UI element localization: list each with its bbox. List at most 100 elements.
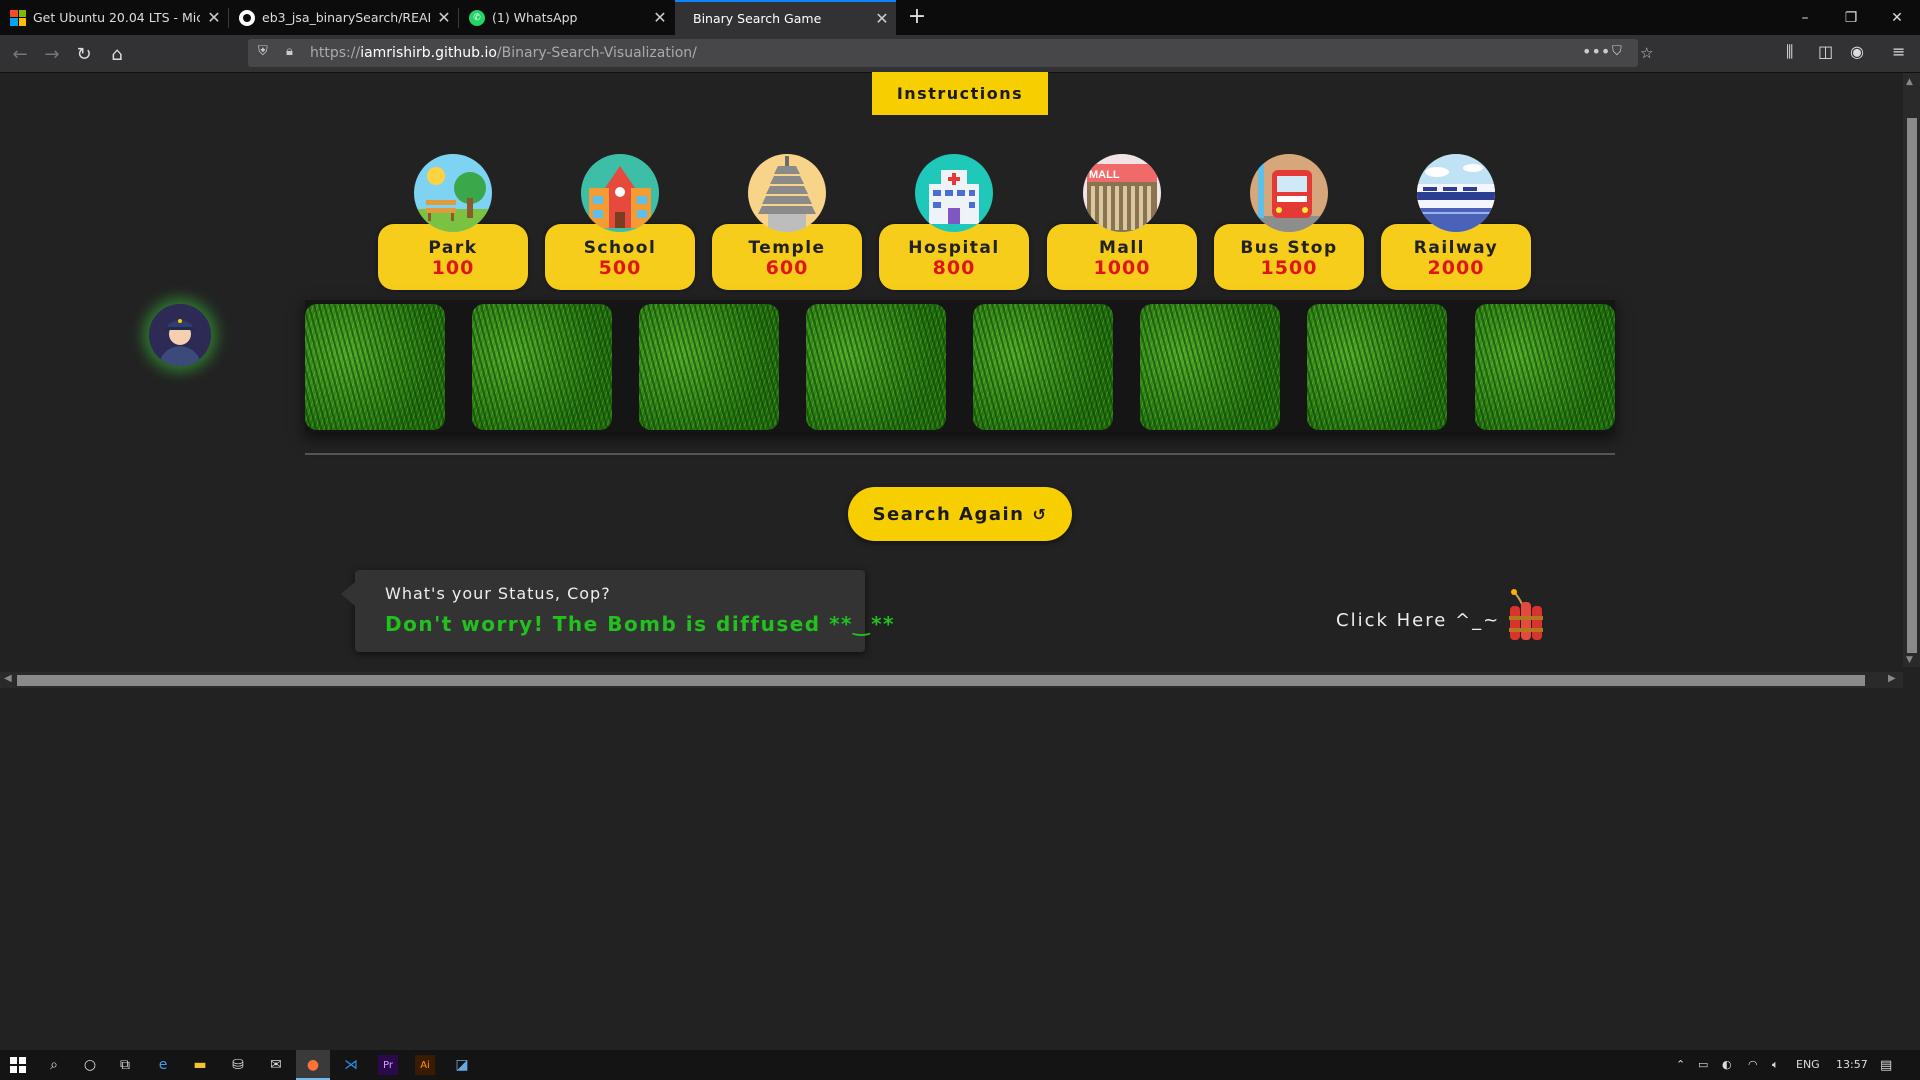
whatsapp-icon: ✆: [469, 9, 485, 26]
place-bus-stop[interactable]: Bus Stop 1500: [1214, 154, 1366, 290]
minimize-button[interactable]: –: [1782, 0, 1828, 35]
tab-title: (1) WhatsApp: [492, 10, 578, 25]
place-mall[interactable]: Mall 1000 MALL: [1047, 154, 1199, 290]
mall-sign-text: MALL: [1089, 169, 1120, 181]
tab-whatsapp[interactable]: ✆ (1) WhatsApp ✕: [459, 0, 674, 35]
instructions-button[interactable]: Instructions: [872, 72, 1048, 115]
page-actions-icon[interactable]: •••: [1582, 42, 1610, 61]
task-view-icon[interactable]: ⧉: [115, 1055, 135, 1075]
menu-icon[interactable]: ≡: [1892, 42, 1905, 61]
scroll-thumb[interactable]: [17, 675, 1865, 686]
mail-icon[interactable]: ✉: [266, 1055, 286, 1075]
place-value: 2000: [1427, 257, 1485, 279]
lock-icon[interactable]: 🔒︎: [286, 44, 293, 59]
place-name: Mall: [1098, 238, 1146, 258]
restore-button[interactable]: ❐: [1828, 0, 1874, 35]
refresh-icon: ↺: [1032, 504, 1048, 524]
grass-tile[interactable]: [806, 304, 946, 430]
cop-avatar: [149, 304, 211, 366]
forward-button[interactable]: →: [38, 40, 66, 68]
vscode-icon[interactable]: ⋊: [341, 1055, 361, 1075]
home-button[interactable]: ⌂: [103, 40, 131, 68]
security-icon[interactable]: ◐: [1722, 1058, 1732, 1071]
chevron-up-icon[interactable]: ⌃: [1676, 1058, 1685, 1071]
illustrator-icon[interactable]: Ai: [415, 1055, 435, 1075]
file-explorer-icon[interactable]: ▬: [190, 1055, 210, 1075]
search-icon[interactable]: ⌕: [44, 1055, 64, 1075]
grass-tile[interactable]: [472, 304, 612, 430]
address-bar[interactable]: ⛨ 🔒︎ https://iamrishirb.github.io/Binary…: [248, 39, 1653, 67]
firefox-icon[interactable]: ●: [303, 1055, 323, 1075]
place-hospital[interactable]: Hospital 800: [879, 154, 1031, 290]
shield-icon[interactable]: ⛨: [258, 44, 268, 59]
bookmark-star-icon[interactable]: ☆: [1640, 44, 1653, 62]
scroll-right-icon[interactable]: ▶: [1888, 673, 1896, 684]
cortana-icon[interactable]: ○: [80, 1055, 100, 1075]
grass-tile[interactable]: [305, 304, 445, 430]
place-card: Mall 1000: [1047, 224, 1197, 290]
sidebar-icon[interactable]: ◫: [1818, 42, 1833, 61]
battery-icon[interactable]: ▭: [1698, 1058, 1708, 1071]
grass-tile[interactable]: [639, 304, 779, 430]
scroll-up-icon[interactable]: ▲: [1906, 77, 1913, 87]
vertical-scrollbar[interactable]: ▲ ▼: [1903, 73, 1920, 667]
tab-binary-search-game[interactable]: Binary Search Game ✕: [675, 0, 896, 35]
windows-start-icon[interactable]: [8, 1055, 28, 1075]
notification-icon[interactable]: ▤: [1880, 1058, 1892, 1073]
place-name: Railway: [1413, 238, 1499, 258]
grass-tile[interactable]: [973, 304, 1113, 430]
account-icon[interactable]: ◉: [1850, 42, 1864, 61]
grass-tile[interactable]: [1307, 304, 1447, 430]
place-name: Temple: [748, 238, 826, 258]
close-window-button[interactable]: ✕: [1874, 0, 1920, 35]
edge-icon[interactable]: e: [153, 1055, 173, 1075]
place-card: Bus Stop 1500: [1214, 224, 1364, 290]
school-icon: [581, 154, 659, 232]
scroll-thumb[interactable]: [1907, 118, 1917, 653]
tab-ubuntu[interactable]: Get Ubuntu 20.04 LTS - Microsc ✕: [0, 0, 228, 35]
place-value: 1000: [1093, 257, 1151, 279]
premiere-icon[interactable]: Pr: [378, 1055, 398, 1075]
microsoft-store-icon: [10, 9, 26, 26]
horizontal-scrollbar[interactable]: ◀ ▶: [0, 672, 1903, 688]
place-park[interactable]: Park 100: [378, 154, 530, 290]
url-text[interactable]: https://iamrishirb.github.io/Binary-Sear…: [310, 45, 697, 61]
language-indicator[interactable]: ENG: [1796, 1058, 1820, 1071]
place-school[interactable]: School 500: [545, 154, 697, 290]
railway-icon: [1417, 154, 1495, 232]
place-name: School: [583, 238, 657, 258]
reload-button[interactable]: ↻: [70, 40, 98, 68]
tab-title: eb3_jsa_binarySearch/READMI: [262, 10, 430, 25]
app-icon[interactable]: ◪: [452, 1055, 472, 1075]
search-track: [305, 300, 1615, 432]
search-again-button[interactable]: Search Again ↺: [848, 487, 1072, 541]
pocket-icon[interactable]: ⛉: [1612, 44, 1622, 59]
close-icon[interactable]: ✕: [646, 8, 674, 27]
volume-icon[interactable]: 🔈︎: [1772, 1058, 1779, 1072]
grass-tile[interactable]: [1140, 304, 1280, 430]
bomb-icon[interactable]: [1506, 588, 1546, 646]
tab-github[interactable]: eb3_jsa_binarySearch/READMI ✕: [229, 0, 458, 35]
new-tab-button[interactable]: +: [902, 2, 932, 32]
clock[interactable]: 13:57: [1836, 1058, 1868, 1071]
store-icon[interactable]: ⛁: [228, 1055, 248, 1075]
place-card: Railway 2000: [1381, 224, 1531, 290]
close-icon[interactable]: ✕: [430, 8, 458, 27]
place-name: Park: [428, 238, 478, 258]
back-button[interactable]: ←: [6, 40, 34, 68]
place-railway[interactable]: Railway 2000: [1381, 154, 1533, 290]
place-temple[interactable]: Temple 600: [712, 154, 864, 290]
scroll-left-icon[interactable]: ◀: [4, 673, 12, 684]
close-icon[interactable]: ✕: [200, 8, 228, 27]
scroll-down-icon[interactable]: ▼: [1906, 655, 1913, 665]
divider-line: [305, 453, 1615, 455]
close-icon[interactable]: ✕: [868, 9, 896, 28]
status-question: What's your Status, Cop?: [385, 584, 611, 603]
grass-tile[interactable]: [1475, 304, 1615, 430]
tab-title: Binary Search Game: [693, 11, 822, 26]
place-name: Bus Stop: [1240, 238, 1338, 258]
status-message: Don't worry! The Bomb is diffused **‿**: [385, 612, 895, 636]
windows-taskbar: ⌕ ○ ⧉ e ▬ ⛁ ✉ ● ⋊ Pr Ai ◪ ⌃ ▭ ◐ ◠ 🔈︎ ENG…: [0, 1050, 1920, 1080]
wifi-icon[interactable]: ◠: [1748, 1058, 1758, 1071]
library-icon[interactable]: ⫼: [1786, 42, 1793, 62]
